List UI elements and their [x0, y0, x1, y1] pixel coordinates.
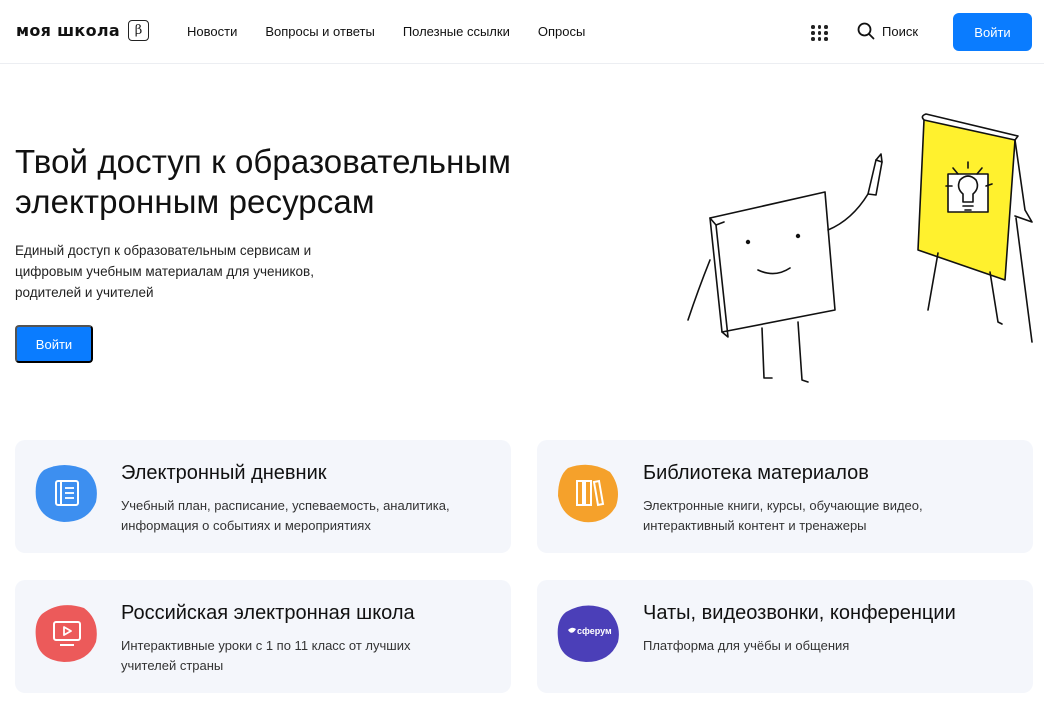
hero-login-button[interactable]: Войти	[15, 325, 93, 363]
hero-title: Твой доступ к образовательным электронны…	[15, 143, 512, 220]
card-resh[interactable]: Российская электронная школа Интерактивн…	[15, 580, 511, 693]
header-login-button[interactable]: Войти	[953, 13, 1032, 51]
diary-icon	[35, 465, 97, 522]
card-description: Платформа для учёбы и общения	[643, 638, 850, 653]
hero-subtitle: Единый доступ к образовательным сервисам…	[15, 243, 314, 300]
beta-badge: β	[127, 20, 149, 41]
card-description: Электронные книги, курсы, обучающие виде…	[643, 498, 923, 533]
card-description: Интерактивные уроки с 1 по 11 класс от л…	[121, 638, 411, 673]
nav-faq[interactable]: Вопросы и ответы	[265, 24, 374, 39]
search-button[interactable]: Поиск	[857, 22, 918, 40]
card-title: Российская электронная школа	[121, 602, 415, 624]
apps-grid-icon[interactable]	[811, 25, 828, 41]
logo-text: моя школа	[16, 21, 120, 40]
nav-news[interactable]: Новости	[187, 24, 237, 39]
sferum-icon: сферум	[557, 605, 619, 662]
main-nav: Новости Вопросы и ответы Полезные ссылки…	[187, 24, 585, 39]
video-icon	[35, 605, 97, 662]
logo[interactable]: моя школа β	[16, 20, 149, 41]
nav-polls[interactable]: Опросы	[538, 24, 585, 39]
card-title: Библиотека материалов	[643, 462, 869, 484]
books-icon	[558, 464, 618, 523]
hero-illustration	[687, 113, 1033, 383]
header: моя школа β Новости Вопросы и ответы Пол…	[0, 0, 1044, 64]
card-diary[interactable]: Электронный дневник Учебный план, распис…	[15, 440, 511, 553]
card-title: Электронный дневник	[121, 462, 327, 484]
card-title: Чаты, видеозвонки, конференции	[643, 602, 956, 624]
card-sferum[interactable]: сферум Чаты, видеозвонки, конференции Пл…	[537, 580, 1033, 693]
card-description: Учебный план, расписание, успеваемость, …	[121, 498, 450, 533]
search-label: Поиск	[882, 23, 919, 39]
search-icon	[857, 22, 875, 40]
card-library[interactable]: Библиотека материалов Электронные книги,…	[537, 440, 1033, 553]
sferum-logo-text: сферум	[577, 626, 612, 636]
nav-links[interactable]: Полезные ссылки	[403, 24, 510, 39]
